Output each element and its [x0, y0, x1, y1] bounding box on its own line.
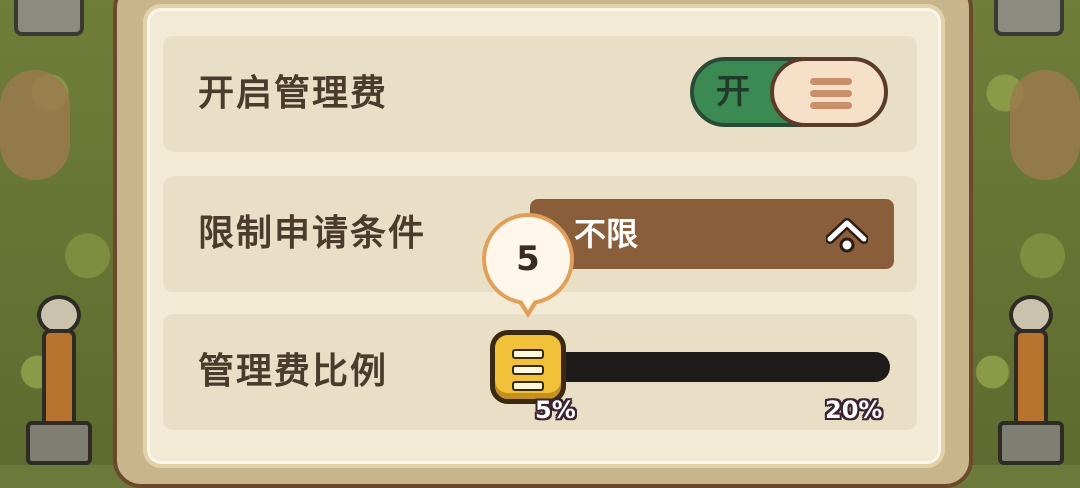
chevron-up-icon	[826, 218, 868, 253]
background-left	[0, 0, 125, 465]
management-fee-toggle[interactable]: 开	[690, 57, 888, 127]
dirt-patch	[0, 70, 70, 180]
dropdown-selected-value: 不限	[574, 215, 639, 253]
background-right	[955, 0, 1080, 465]
toggle-state-label: 开	[716, 72, 750, 112]
management-fee-enable-label: 开启管理费	[198, 73, 389, 114]
application-condition-dropdown[interactable]: 不限	[530, 199, 894, 269]
toggle-knob[interactable]	[770, 57, 888, 127]
fee-ratio-slider-thumb[interactable]	[490, 330, 566, 404]
menu-lines-icon	[512, 349, 544, 397]
menu-lines-icon	[810, 78, 852, 114]
slider-value-text: 5	[516, 239, 540, 279]
dirt-patch	[1010, 70, 1080, 180]
slider-max-label: 20%	[825, 396, 883, 424]
application-condition-label: 限制申请条件	[198, 213, 427, 254]
management-fee-ratio-label: 管理费比例	[198, 351, 389, 392]
value-bubble-tail-fill	[518, 294, 538, 310]
stone-lantern-icon	[998, 295, 1064, 465]
stone-lantern-icon	[26, 295, 92, 465]
management-fee-toggle-row: 开启管理费 开	[163, 36, 917, 152]
stone-block	[14, 0, 84, 36]
slider-min-label: 5%	[535, 396, 576, 424]
slider-value-bubble: 5	[482, 213, 574, 305]
stone-block	[994, 0, 1064, 36]
management-fee-ratio-row: 管理费比例 5% 20%	[163, 314, 917, 430]
